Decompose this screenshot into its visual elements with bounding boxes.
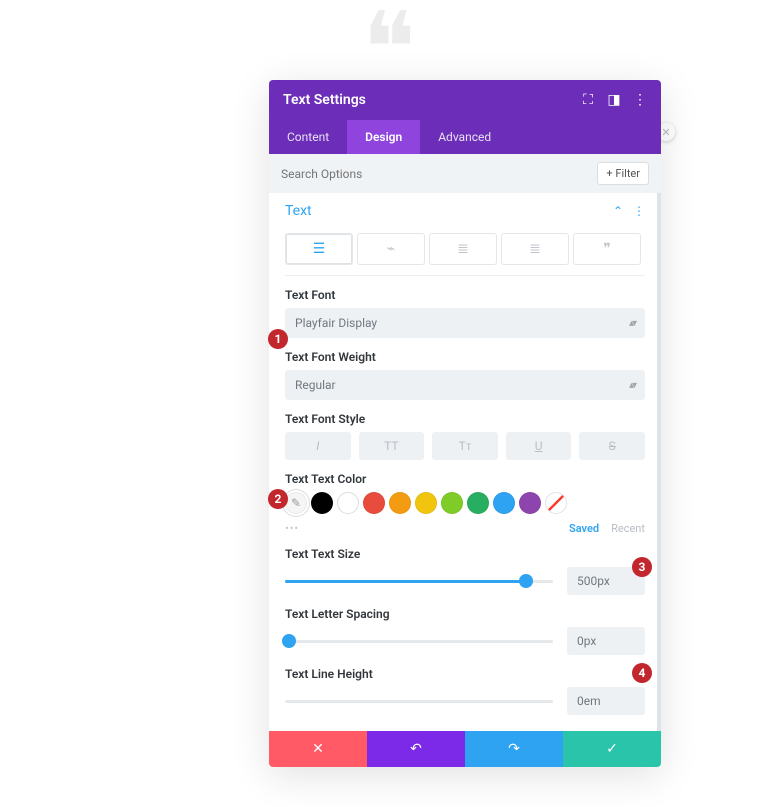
field-font: Text Font Playfair Display ▴▾ bbox=[285, 288, 645, 338]
cancel-button[interactable]: ✕ bbox=[269, 731, 367, 767]
field-weight: Text Font Weight Regular ▴▾ bbox=[285, 350, 645, 400]
field-spacing: Text Letter Spacing 0px bbox=[285, 607, 645, 655]
saved-tab[interactable]: Saved bbox=[569, 522, 599, 535]
tab-content[interactable]: Content bbox=[269, 120, 347, 154]
swatch-none[interactable] bbox=[545, 492, 567, 514]
kebab-icon[interactable]: ⋮ bbox=[633, 93, 647, 107]
color-label: Text Text Color bbox=[285, 472, 645, 486]
eyedropper-swatch[interactable]: ✎ bbox=[285, 492, 307, 514]
filter-button[interactable]: + Filter bbox=[597, 162, 649, 185]
style-label: Text Font Style bbox=[285, 412, 645, 426]
callout-2: 2 bbox=[268, 489, 288, 509]
text-type-segments: ☰ ⌁ ≣ ≣ ❞ bbox=[285, 233, 645, 265]
divider bbox=[285, 275, 645, 276]
size-label: Text Text Size bbox=[285, 547, 645, 561]
font-value: Playfair Display bbox=[295, 316, 377, 330]
tab-design[interactable]: Design bbox=[347, 120, 420, 154]
confirm-button[interactable]: ✓ bbox=[563, 731, 661, 767]
spacing-slider[interactable] bbox=[285, 632, 553, 650]
header-actions: ⛶ ◨ ⋮ bbox=[581, 93, 647, 107]
swatch-lime[interactable] bbox=[441, 492, 463, 514]
seg-link-icon[interactable]: ⌁ bbox=[357, 233, 425, 265]
field-style: Text Font Style I TT Tᴛ U S bbox=[285, 412, 645, 460]
swatch-black[interactable] bbox=[311, 492, 333, 514]
redo-button[interactable]: ↷ bbox=[465, 731, 563, 767]
tab-advanced[interactable]: Advanced bbox=[420, 120, 509, 154]
expand-icon[interactable]: ⛶ bbox=[581, 93, 595, 107]
weight-label: Text Font Weight bbox=[285, 350, 645, 364]
lineheight-slider[interactable] bbox=[285, 692, 553, 710]
callout-4: 4 bbox=[632, 663, 652, 683]
size-slider[interactable] bbox=[285, 572, 553, 590]
swatch-white[interactable] bbox=[337, 492, 359, 514]
swatch-red[interactable] bbox=[363, 492, 385, 514]
chevron-updown-icon: ▴▾ bbox=[629, 318, 635, 329]
uppercase-button[interactable]: TT bbox=[359, 432, 425, 460]
italic-button[interactable]: I bbox=[285, 432, 351, 460]
callout-1: 1 bbox=[268, 329, 288, 349]
swatch-green[interactable] bbox=[467, 492, 489, 514]
panel-footer: ✕ ↶ ↷ ✓ bbox=[269, 731, 661, 767]
recent-tab[interactable]: Recent bbox=[611, 522, 645, 535]
lineheight-value[interactable]: 0em bbox=[567, 687, 645, 715]
field-color: Text Text Color ✎ ••• Saved bbox=[285, 472, 645, 535]
font-label: Text Font bbox=[285, 288, 645, 302]
panel-title: Text Settings bbox=[283, 92, 581, 108]
undo-button[interactable]: ↶ bbox=[367, 731, 465, 767]
swatch-orange[interactable] bbox=[389, 492, 411, 514]
weight-select[interactable]: Regular ▴▾ bbox=[285, 370, 645, 400]
filter-label: Filter bbox=[615, 167, 640, 180]
tab-bar: Content Design Advanced bbox=[269, 120, 661, 154]
text-section: Text ⌃ ⋮ ☰ ⌁ ≣ ≣ ❞ Text Font Playfair Di… bbox=[269, 193, 661, 715]
strikethrough-button[interactable]: S bbox=[579, 432, 645, 460]
smallcaps-button[interactable]: Tᴛ bbox=[432, 432, 498, 460]
text-settings-panel: Text Settings ⛶ ◨ ⋮ Content Design Advan… bbox=[269, 80, 661, 767]
seg-ul-icon[interactable]: ≣ bbox=[429, 233, 497, 265]
spacing-label: Text Letter Spacing bbox=[285, 607, 645, 621]
search-input[interactable] bbox=[281, 167, 597, 181]
spacing-value[interactable]: 0px bbox=[567, 627, 645, 655]
chevron-updown-icon: ▴▾ bbox=[629, 380, 635, 391]
swatch-purple[interactable] bbox=[519, 492, 541, 514]
section-title: Text bbox=[285, 203, 613, 219]
options-scroll: Text ⌃ ⋮ ☰ ⌁ ≣ ≣ ❞ Text Font Playfair Di… bbox=[269, 193, 661, 731]
swatch-yellow[interactable] bbox=[415, 492, 437, 514]
seg-quote-icon[interactable]: ❞ bbox=[573, 233, 641, 265]
field-lineheight: Text Line Height 0em bbox=[285, 667, 645, 715]
panel-header: Text Settings ⛶ ◨ ⋮ bbox=[269, 80, 661, 120]
color-swatches: ✎ bbox=[285, 492, 645, 514]
layout-icon[interactable]: ◨ bbox=[607, 93, 621, 107]
chevron-up-icon[interactable]: ⌃ bbox=[613, 204, 623, 218]
weight-value: Regular bbox=[295, 378, 336, 392]
underline-button[interactable]: U bbox=[506, 432, 572, 460]
kebab-icon[interactable]: ⋮ bbox=[633, 204, 645, 218]
search-bar: + Filter bbox=[269, 154, 661, 193]
font-select[interactable]: Playfair Display ▴▾ bbox=[285, 308, 645, 338]
lineheight-label: Text Line Height bbox=[285, 667, 645, 681]
more-icon[interactable]: ••• bbox=[285, 522, 299, 535]
seg-ol-icon[interactable]: ≣ bbox=[501, 233, 569, 265]
field-size: Text Text Size 500px bbox=[285, 547, 645, 595]
seg-align-left-icon[interactable]: ☰ bbox=[285, 233, 353, 265]
swatch-blue[interactable] bbox=[493, 492, 515, 514]
callout-3: 3 bbox=[632, 557, 652, 577]
